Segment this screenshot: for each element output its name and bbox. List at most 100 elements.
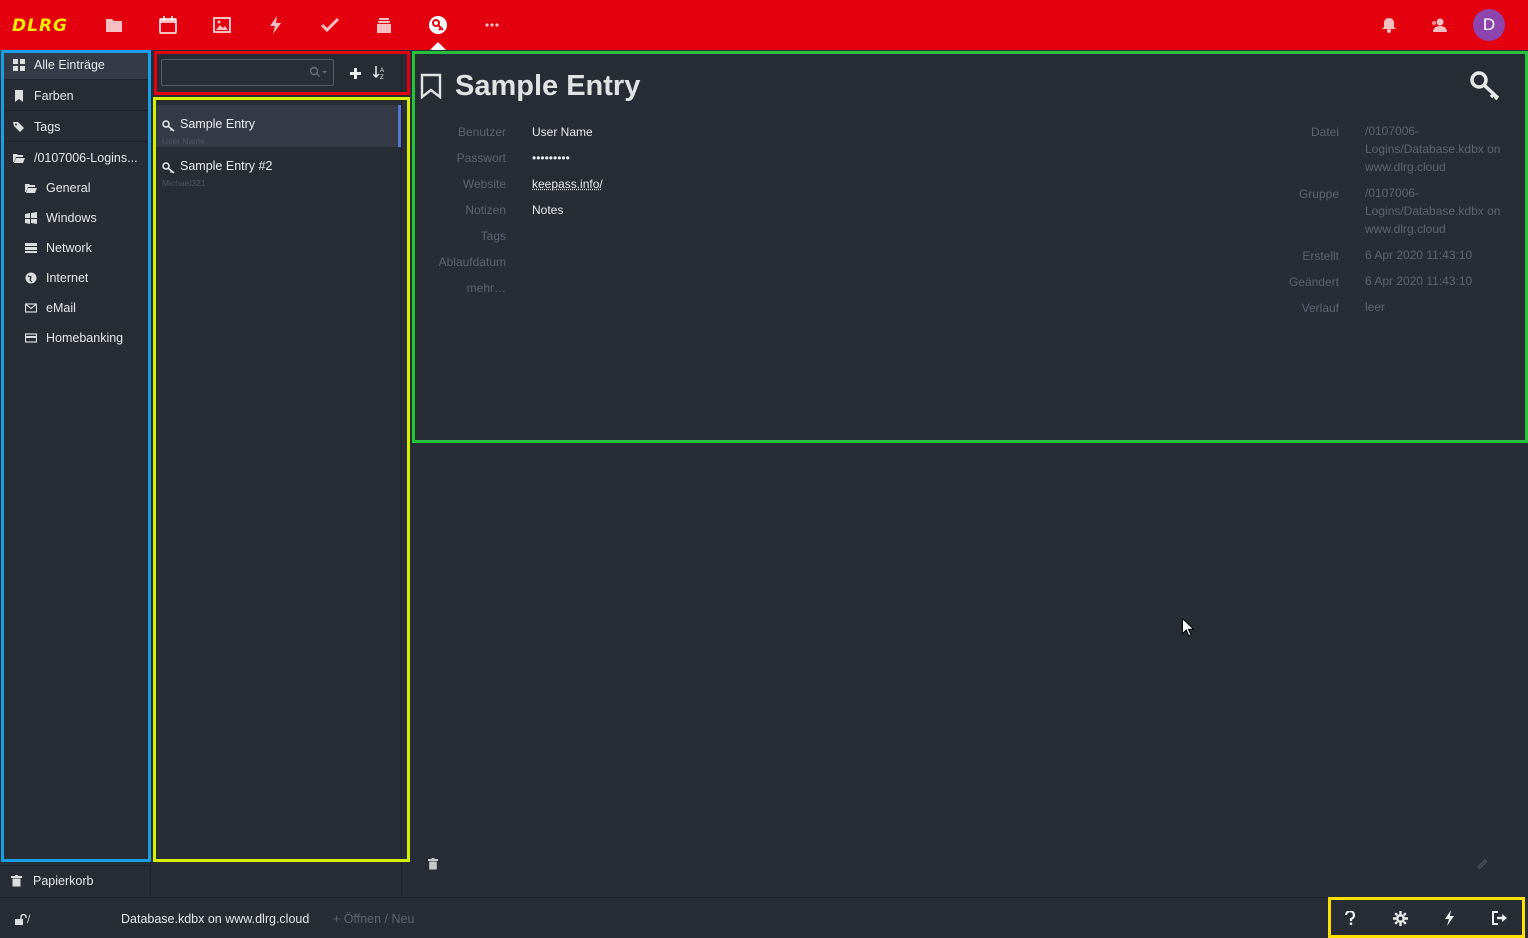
- folder-open-icon: [12, 151, 26, 165]
- bell-icon[interactable]: [1378, 13, 1400, 37]
- sidebar-item-label: Windows: [46, 211, 97, 225]
- open-file-name[interactable]: Database.kdbx on www.dlrg.cloud: [121, 912, 309, 926]
- meta-label-history: Verlauf: [1301, 301, 1339, 315]
- sidebar-item-label: Internet: [46, 271, 89, 285]
- bolt-icon[interactable]: [265, 13, 287, 37]
- sidebar-item-general[interactable]: General: [0, 173, 150, 203]
- field-label-tags: Tags: [480, 229, 506, 243]
- keys-icon[interactable]: [1470, 71, 1502, 106]
- more-fields-link[interactable]: mehr…: [386, 281, 506, 295]
- details-highlight: [412, 51, 1528, 443]
- help-button[interactable]: [1341, 909, 1359, 927]
- sidebar-item-colors[interactable]: Farben: [0, 81, 150, 111]
- svg-text:Z: Z: [380, 75, 384, 80]
- field-value-password[interactable]: •••••••••: [532, 151, 570, 165]
- contacts-icon[interactable]: [1428, 13, 1450, 37]
- field-label-notes: Notizen: [465, 203, 506, 217]
- generator-button[interactable]: [1441, 909, 1459, 927]
- generator-icon: [1445, 910, 1454, 926]
- sidebar-item-email[interactable]: eMail: [0, 293, 150, 323]
- sidebar-item-trash[interactable]: Papierkorb: [0, 865, 150, 895]
- search-input[interactable]: [162, 60, 302, 85]
- app-logo[interactable]: DLRG: [12, 16, 68, 36]
- grid-icon: [12, 58, 26, 72]
- sidebar-item-label: /0107006-Logins...: [34, 151, 138, 165]
- mouse-cursor-icon: [1182, 617, 1195, 642]
- add-entry-button[interactable]: [347, 64, 363, 82]
- meta-label-group: Gruppe: [1298, 187, 1339, 201]
- sort-alpha-icon: AZ: [373, 66, 384, 80]
- field-label-expires: Ablaufdatum: [438, 255, 506, 269]
- sidebar-item-network[interactable]: Network: [0, 233, 150, 263]
- key-icon: [162, 119, 175, 137]
- server-icon: [24, 241, 38, 255]
- folder-icon[interactable]: [103, 13, 125, 37]
- entry-subtitle: User Name: [162, 136, 205, 146]
- meta-value-file: /0107006-Logins/Database.kdbx on www.dlr…: [1365, 124, 1501, 174]
- check-icon[interactable]: [319, 13, 341, 37]
- bookmark-icon[interactable]: [420, 73, 442, 104]
- sidebar-item-root-group[interactable]: /0107006-Logins...: [0, 143, 150, 173]
- field-label-user: Benutzer: [457, 125, 506, 139]
- lock-label: /: [27, 912, 31, 926]
- folder-open-icon: [24, 181, 38, 195]
- open-new-button[interactable]: + Öffnen / Neu: [333, 912, 414, 926]
- trash-label: Papierkorb: [33, 873, 94, 888]
- inbox-icon[interactable]: [373, 13, 395, 37]
- footer-bar: / Database.kdbx on www.dlrg.cloud + Öffn…: [0, 897, 1528, 938]
- tags-icon: [12, 120, 26, 134]
- field-label-password: Passwort: [456, 151, 506, 165]
- field-value-website[interactable]: keepass.info/: [532, 177, 603, 191]
- search-field[interactable]: [161, 59, 334, 86]
- trash-icon: [11, 874, 25, 887]
- sidebar-item-internet[interactable]: Internet: [0, 263, 150, 293]
- active-app-indicator: [430, 42, 446, 50]
- svg-text:A: A: [380, 68, 384, 74]
- meta-value-group[interactable]: /0107006-Logins/Database.kdbx on www.dlr…: [1365, 184, 1515, 238]
- sidebar-item-label: Alle Einträge: [34, 57, 105, 72]
- bookmark-icon: [12, 89, 26, 103]
- meta-value-history[interactable]: leer: [1365, 298, 1515, 316]
- keepass-icon[interactable]: [427, 13, 449, 37]
- sidebar-item-homebanking[interactable]: Homebanking: [0, 323, 150, 353]
- sidebar-item-label: Farben: [34, 88, 74, 103]
- search-icon[interactable]: [309, 66, 327, 78]
- entry-subtitle: Michael321: [162, 178, 206, 188]
- entry-detail-title[interactable]: Sample Entry: [455, 70, 640, 103]
- sidebar-item-label: Tags: [34, 119, 61, 134]
- envelope-icon: [24, 301, 38, 315]
- entry-title: Sample Entry: [180, 117, 256, 131]
- field-label-website: Website: [462, 177, 506, 191]
- sidebar-item-windows[interactable]: Windows: [0, 203, 150, 233]
- field-value-user[interactable]: User Name: [532, 125, 593, 139]
- image-icon[interactable]: [211, 13, 233, 37]
- unlock-icon: [15, 913, 27, 925]
- windows-icon: [24, 211, 38, 225]
- sidebar-item-all-entries[interactable]: Alle Einträge: [0, 50, 150, 80]
- top-bar: DLRG D: [0, 0, 1528, 50]
- plus-icon: [349, 67, 361, 79]
- globe-icon: [24, 271, 38, 285]
- user-avatar[interactable]: D: [1473, 9, 1505, 41]
- meta-label-created: Erstellt: [1302, 249, 1339, 263]
- settings-icon: [1392, 910, 1408, 926]
- logout-icon: [1492, 911, 1507, 925]
- logout-button[interactable]: [1491, 909, 1509, 927]
- calendar-icon[interactable]: [157, 13, 179, 37]
- entry-title: Sample Entry #2: [180, 159, 273, 173]
- more-icon[interactable]: [481, 13, 503, 37]
- lock-database-button[interactable]: /: [15, 912, 30, 926]
- key-icon: [162, 161, 175, 179]
- sidebar-item-label: General: [46, 181, 91, 195]
- sidebar-item-label: Network: [46, 241, 92, 255]
- sidebar-item-tags[interactable]: Tags: [0, 112, 150, 142]
- field-value-notes[interactable]: Notes: [532, 203, 563, 217]
- delete-entry-icon[interactable]: [428, 857, 438, 875]
- sort-button[interactable]: AZ: [372, 64, 388, 82]
- sidebar-item-label: Homebanking: [46, 331, 124, 345]
- entry-list-item[interactable]: Sample Entry #2 Michael321: [156, 147, 401, 189]
- entry-list-item[interactable]: Sample Entry User Name: [156, 105, 401, 147]
- meta-label-modified: Geändert: [1288, 275, 1339, 289]
- attachment-icon[interactable]: [1476, 856, 1488, 874]
- settings-button[interactable]: [1391, 909, 1409, 927]
